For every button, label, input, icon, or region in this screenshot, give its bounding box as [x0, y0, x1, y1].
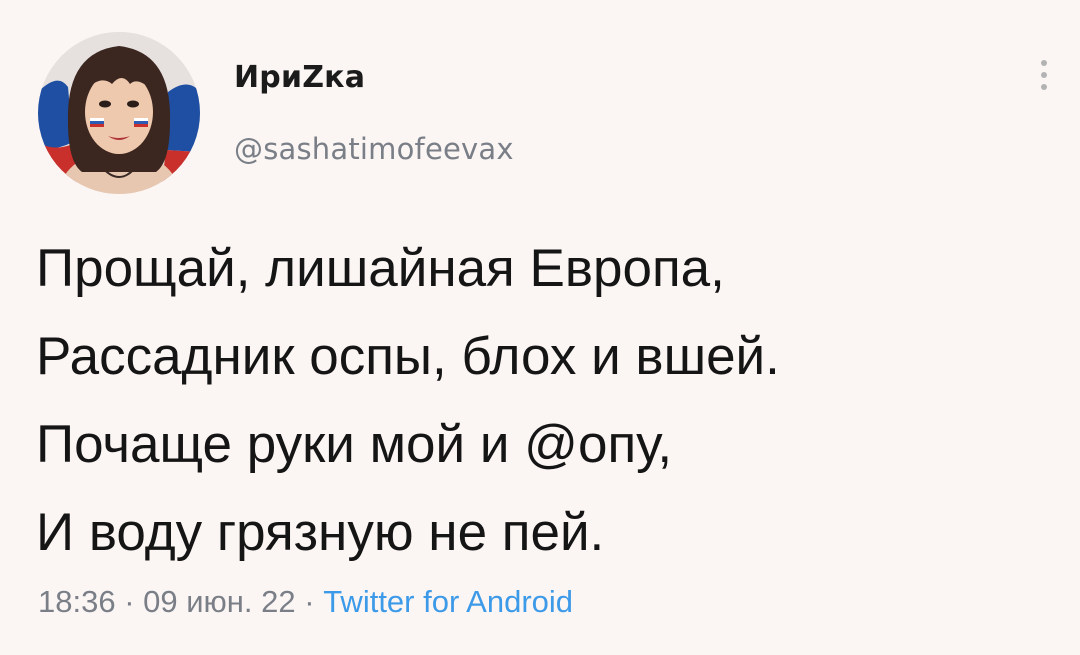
more-dot: [1041, 84, 1047, 90]
more-options-icon[interactable]: [1034, 60, 1054, 100]
user-handle[interactable]: @sashatimofeevax: [234, 132, 514, 166]
tweet-body: Прощай, лишайная Европа, Рассадник оспы,…: [36, 225, 1046, 577]
more-dot: [1041, 60, 1047, 66]
tweet-line: И воду грязную не пей.: [36, 503, 605, 562]
tweet-metadata: 18:36 · 09 июн. 22 · Twitter for Android: [38, 584, 573, 620]
tweet-time[interactable]: 18:36: [38, 584, 116, 619]
tweet-line: Почаще руки мой и @опу,: [36, 415, 673, 474]
avatar-image: [38, 32, 200, 194]
tweet-card: ИриZка @sashatimofeevax Прощай, лишайная…: [0, 0, 1080, 655]
avatar[interactable]: [38, 32, 200, 194]
meta-separator: ·: [115, 584, 144, 619]
meta-separator: ·: [295, 584, 324, 619]
tweet-date[interactable]: 09 июн. 22: [143, 584, 296, 619]
tweet-line: Рассадник оспы, блох и вшей.: [36, 327, 780, 386]
display-name[interactable]: ИриZка: [234, 60, 365, 95]
tweet-source-link[interactable]: Twitter for Android: [323, 584, 573, 619]
tweet-line: Прощай, лишайная Европа,: [36, 239, 725, 298]
more-dot: [1041, 72, 1047, 78]
